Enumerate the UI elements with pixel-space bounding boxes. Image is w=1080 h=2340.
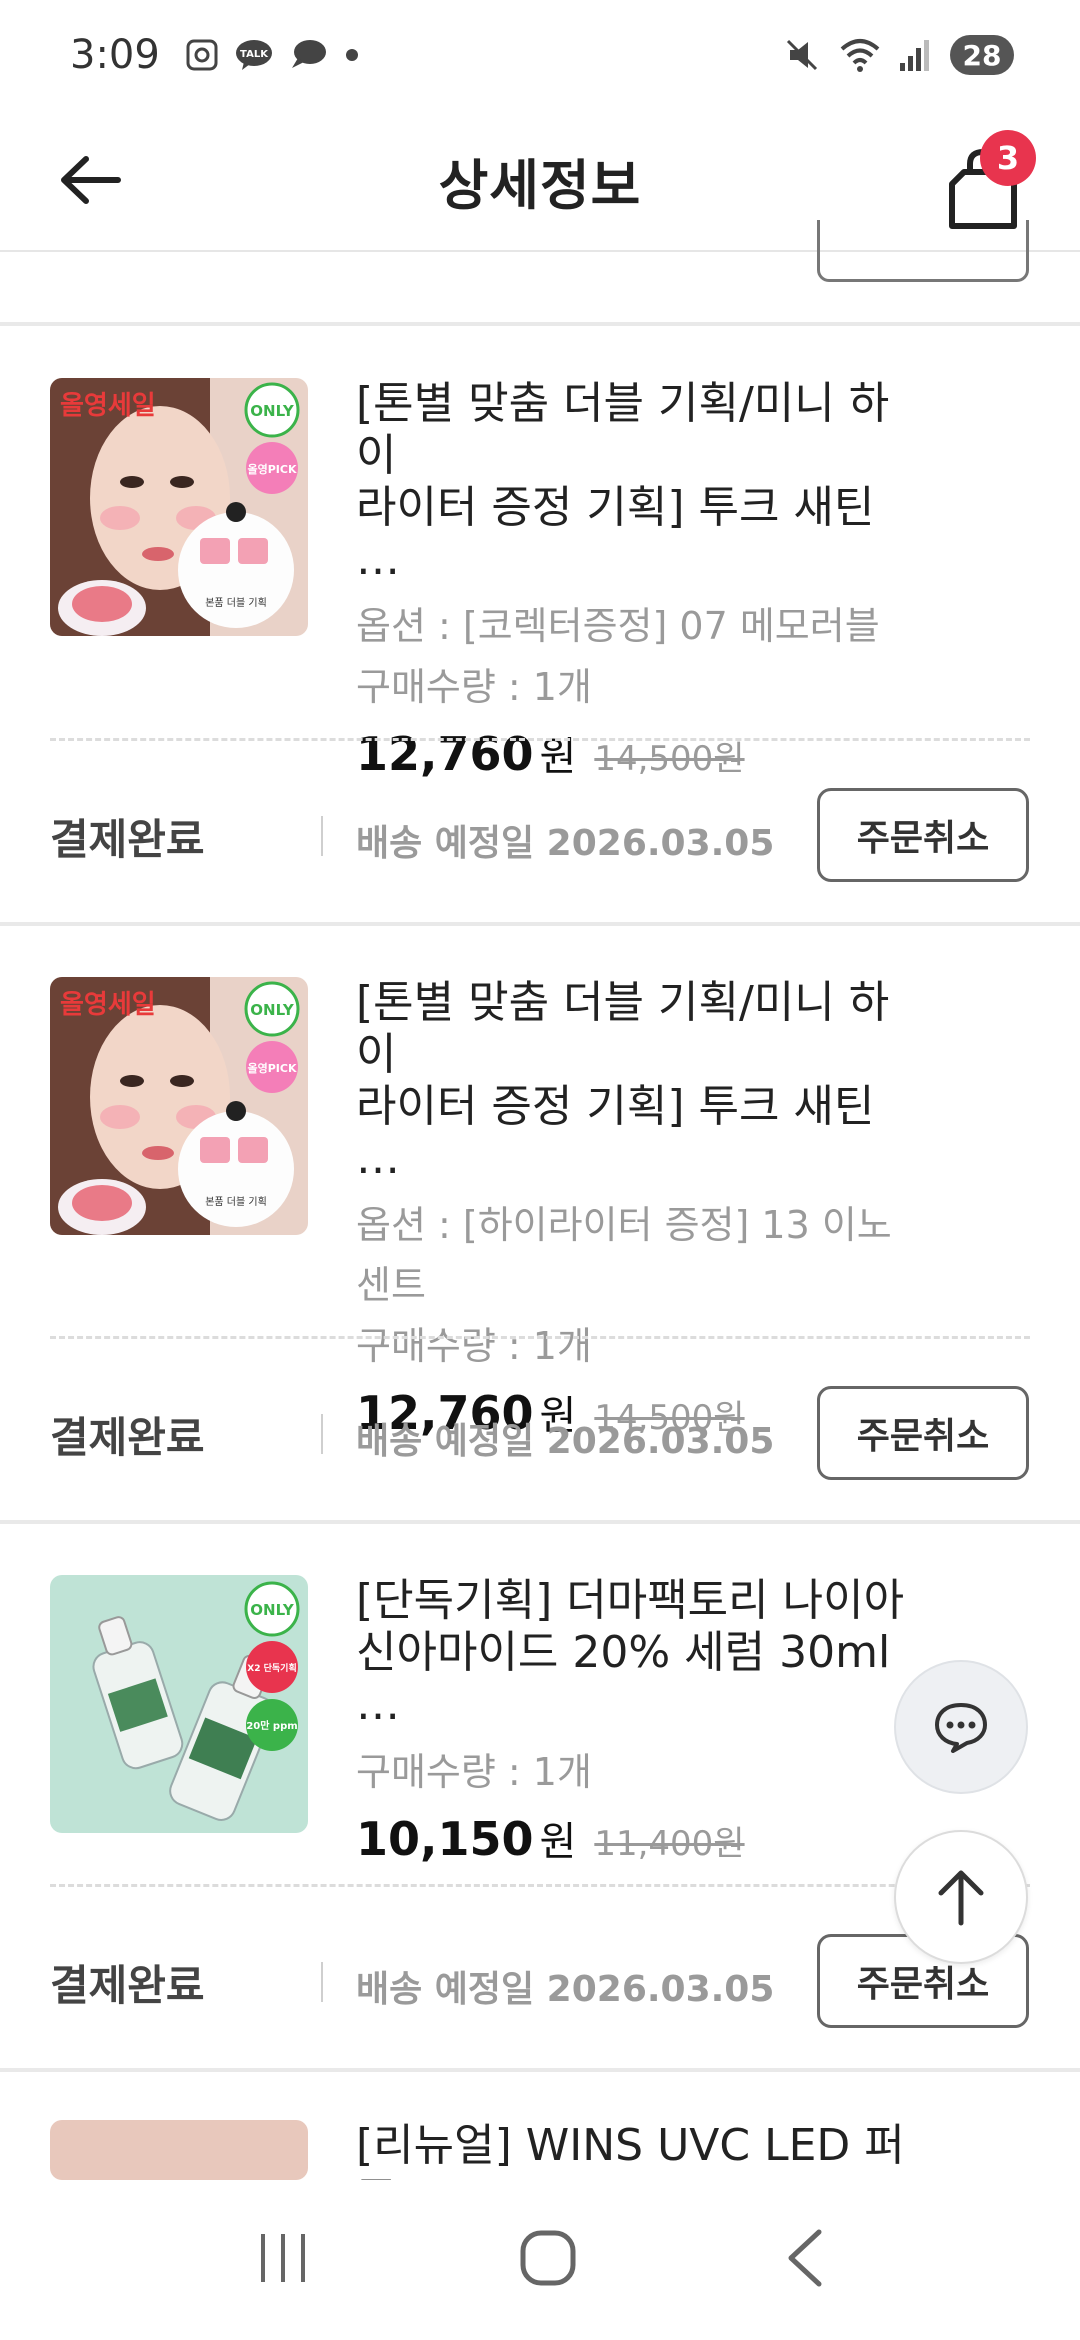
cancel-order-button[interactable]: 주문취소 bbox=[817, 1386, 1029, 1480]
back-button[interactable] bbox=[52, 142, 128, 218]
status-time: 3:09 bbox=[70, 32, 160, 78]
product-quantity: 구매수량 : 1개 bbox=[356, 1750, 592, 1794]
nav-home-icon bbox=[520, 2230, 576, 2286]
cart-count-badge: 3 bbox=[980, 130, 1036, 186]
dashed-divider bbox=[50, 738, 1030, 741]
order-item[interactable]: [리뉴얼] WINS UVC LED 퍼프 bbox=[0, 2120, 1080, 2180]
dashed-divider bbox=[50, 1336, 1030, 1339]
shipping-date: 배송 예정일 2026.03.05 bbox=[356, 1421, 775, 1462]
dot-icon bbox=[342, 45, 362, 65]
battery-indicator: 28 bbox=[950, 35, 1014, 75]
product-quantity: 구매수량 : 1개 bbox=[356, 665, 592, 709]
wifi-icon bbox=[838, 35, 882, 75]
separator bbox=[321, 1414, 323, 1454]
section-divider bbox=[0, 1520, 1080, 1524]
product-thumbnail: 올영세일 ONLY 올영PICK 본품 더블 기획 bbox=[50, 378, 308, 636]
notification-icons: TALK bbox=[184, 37, 362, 73]
order-status-row: 결제완료 배송 예정일 2026.03.05 주문취소 bbox=[0, 1386, 1080, 1482]
svg-text:TALK: TALK bbox=[240, 49, 269, 60]
separator bbox=[321, 1962, 323, 2002]
separator bbox=[321, 816, 323, 856]
order-status-row: 결제완료 배송 예정일 2026.03.05 주문취소 bbox=[0, 788, 1080, 884]
dashed-divider bbox=[50, 1884, 1030, 1887]
payment-status: 결제완료 bbox=[50, 815, 205, 864]
scroll-to-top-button[interactable] bbox=[894, 1830, 1028, 1964]
thumb-only-text: ONLY bbox=[250, 402, 295, 420]
status-bar: 3:09 TALK 28 bbox=[0, 0, 1080, 110]
thumb-pick-text: 올영PICK bbox=[248, 1062, 297, 1075]
product-thumbnail: ONLY X2 단독기획 20만 ppm bbox=[50, 1575, 308, 1833]
thumb-pick-text: 올영PICK bbox=[248, 463, 297, 476]
payment-status: 결제완료 bbox=[50, 1413, 205, 1462]
nav-back-icon bbox=[788, 2229, 822, 2287]
thumb-sale-text: 올영세일 bbox=[60, 990, 156, 1020]
thumb-x2-text: X2 단독기획 bbox=[247, 1662, 296, 1674]
chat-bubble-icon bbox=[288, 38, 328, 72]
product-thumbnail: 올영세일 ONLY 올영PICK 본품 더블 기획 bbox=[50, 977, 308, 1235]
chat-icon bbox=[935, 1703, 987, 1753]
thumb-ppm-text: 20만 ppm bbox=[246, 1719, 297, 1732]
product-name-line2: 라이터 증정 기획] 투크 새틴 … bbox=[356, 1081, 875, 1184]
product-price: 10,150 bbox=[356, 1812, 534, 1866]
cancel-order-button[interactable]: 주문취소 bbox=[817, 788, 1029, 882]
mute-icon bbox=[782, 35, 822, 75]
original-price: 11,400원 bbox=[594, 1824, 745, 1864]
payment-status: 결제완료 bbox=[50, 1961, 205, 2010]
chat-button[interactable] bbox=[894, 1660, 1028, 1794]
section-divider bbox=[0, 322, 1080, 326]
thumb-caption-text: 본품 더블 기획 bbox=[205, 597, 267, 609]
nav-recents-icon bbox=[260, 2234, 305, 2282]
shipping-date: 배송 예정일 2026.03.05 bbox=[356, 823, 775, 864]
price-unit: 원 bbox=[539, 734, 577, 780]
page-title: 상세정보 bbox=[438, 153, 642, 217]
product-quantity: 구매수량 : 1개 bbox=[356, 1324, 592, 1368]
nav-recents-button[interactable] bbox=[253, 2230, 313, 2290]
thumb-sale-text: 올영세일 bbox=[60, 391, 156, 421]
previous-cancel-button[interactable] bbox=[817, 220, 1029, 282]
screenshot-icon bbox=[184, 37, 220, 73]
thumb-only-text: ONLY bbox=[250, 1601, 295, 1619]
section-divider bbox=[0, 922, 1080, 926]
arrow-up-icon bbox=[938, 1870, 984, 1926]
system-nav-bar bbox=[0, 2180, 1080, 2340]
price-unit: 원 bbox=[539, 1819, 577, 1865]
nav-home-button[interactable] bbox=[518, 2228, 578, 2292]
thumb-caption-text: 본품 더블 기획 bbox=[205, 1196, 267, 1208]
product-option: 옵션 : [코렉터증정] 07 메모러블 bbox=[356, 604, 880, 648]
product-price: 12,760 bbox=[356, 727, 534, 781]
back-arrow-icon bbox=[61, 156, 121, 204]
section-divider bbox=[0, 2068, 1080, 2072]
thumb-only-text: ONLY bbox=[250, 1001, 295, 1019]
product-name-line1: [단독기획] 더마팩토리 나이아 bbox=[356, 1575, 905, 1626]
signal-icon bbox=[898, 37, 934, 73]
product-name-line2: 신아마이드 20% 세럼 30ml … bbox=[356, 1627, 891, 1730]
shipping-date: 배송 예정일 2026.03.05 bbox=[356, 1969, 775, 2010]
product-name-line1: [톤별 맞춤 더블 기획/미니 하이 bbox=[356, 378, 890, 481]
product-name-line2: 라이터 증정 기획] 투크 새틴 … bbox=[356, 482, 875, 585]
product-name-line1: [리뉴얼] WINS UVC LED 퍼프 bbox=[356, 2120, 905, 2180]
product-option: 옵션 : [하이라이터 증정] 13 이노센트 bbox=[356, 1203, 892, 1307]
kakaotalk-icon: TALK bbox=[234, 38, 274, 72]
nav-back-button[interactable] bbox=[783, 2228, 827, 2292]
product-thumbnail bbox=[50, 2120, 308, 2180]
product-name-line1: [톤별 맞춤 더블 기획/미니 하이 bbox=[356, 977, 890, 1080]
